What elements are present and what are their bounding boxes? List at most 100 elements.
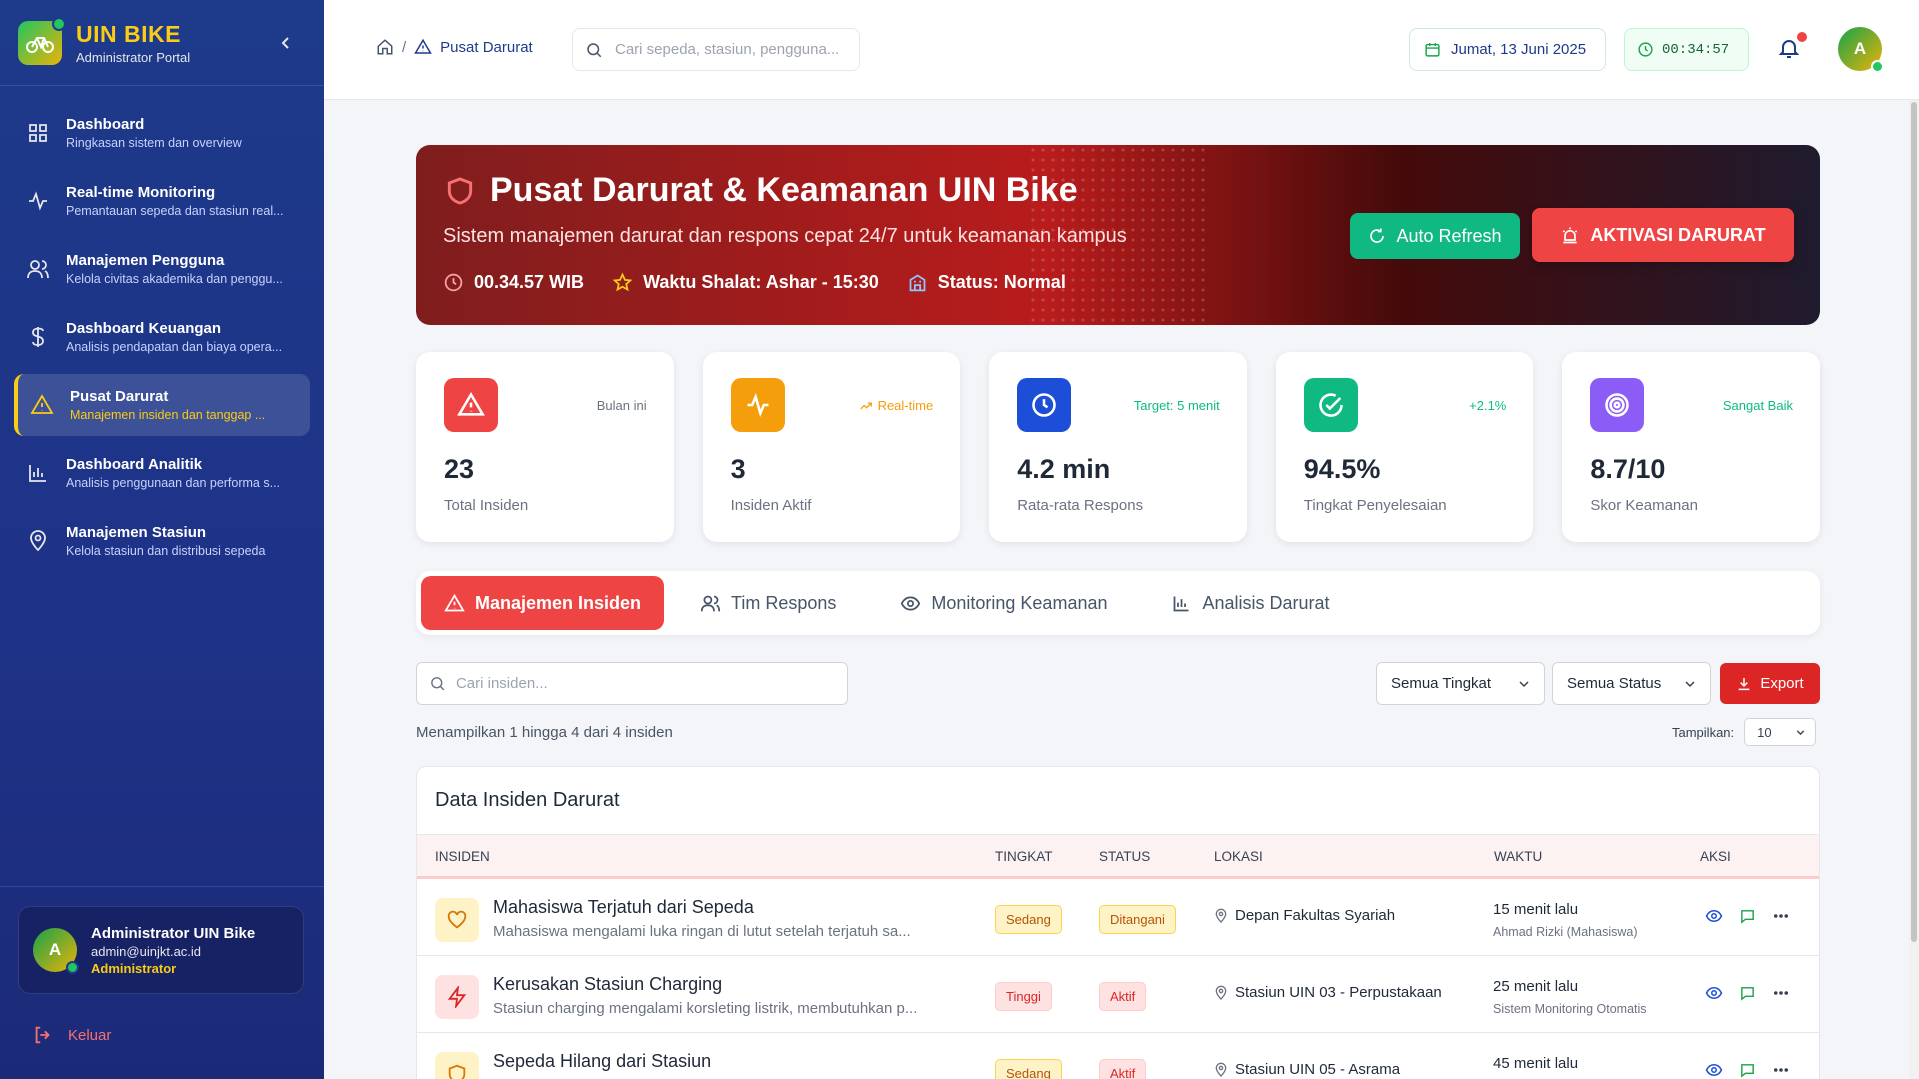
notification-badge (1797, 32, 1807, 42)
more-button[interactable] (1772, 907, 1790, 930)
incident-description: Stasiun charging mengalami korsleting li… (493, 1000, 918, 1017)
per-page-select[interactable]: 10 (1744, 718, 1817, 746)
user-email: admin@uinjkt.ac.id (91, 943, 202, 959)
stat-tag: Sangat Baik (1722, 398, 1793, 413)
table-row[interactable]: Mahasiswa Terjatuh dari Sepeda Mahasiswa … (417, 879, 1819, 956)
global-search[interactable] (572, 28, 860, 71)
alert-triangle-icon (457, 391, 485, 416)
shield-icon (448, 1064, 466, 1079)
more-button[interactable] (1772, 984, 1790, 1007)
collapse-sidebar-button[interactable] (276, 33, 296, 53)
status-filter-select[interactable]: Semua Status (1552, 662, 1711, 705)
page-title: Pusat Darurat & Keamanan UIN Bike (490, 171, 1078, 209)
section-tabs: Manajemen Insiden Tim Respons Monitoring K… (416, 571, 1820, 635)
incident-title: Kerusakan Stasiun Charging (493, 974, 723, 994)
table-body: Mahasiswa Terjatuh dari Sepeda Mahasiswa … (417, 879, 1819, 1079)
table-row[interactable]: Sepeda Hilang dari Stasiun Sedang Aktif Sta… (417, 1033, 1819, 1079)
tab-manajemen-insiden[interactable]: Manajemen Insiden (421, 576, 664, 630)
alert-triangle-icon-badge (444, 378, 498, 432)
map-pin-icon (1215, 1062, 1227, 1077)
sidebar-item-label: Dashboard Analitik (66, 456, 203, 473)
stat-value: 8.7/10 (1590, 454, 1666, 484)
view-button[interactable] (1705, 1061, 1723, 1079)
table-header: INSIDEN TINGKAT STATUS LOKASI WAKTU AKSI (417, 835, 1819, 879)
sidebar-item-description: Ringkasan sistem dan overview (66, 136, 242, 150)
dollar-icon (32, 327, 44, 347)
global-search-input[interactable] (615, 41, 845, 58)
emergency-hero-banner: Pusat Darurat & Keamanan UIN Bike Sistem… (416, 145, 1820, 325)
bar-chart-icon (1174, 596, 1189, 611)
view-button[interactable] (1705, 907, 1723, 930)
incident-reporter: Ahmad Rizki (Mahasiswa) (1493, 925, 1638, 939)
stat-tag: Target: 5 menit (1133, 398, 1220, 413)
siren-icon (1563, 227, 1578, 244)
bolt-icon (447, 986, 467, 1008)
level-filter-select[interactable]: Semua Tingkat (1376, 662, 1545, 705)
sidebar-item-pusat-darurat[interactable]: Pusat Darurat Manajemen insiden dan tangg… (14, 374, 310, 436)
column-header: LOKASI (1214, 849, 1263, 864)
export-button[interactable]: Export (1720, 663, 1820, 704)
incident-type-badge (435, 975, 479, 1019)
sidebar-item-label: Manajemen Stasiun (66, 524, 207, 541)
sidebar-item-dashboard[interactable]: Dashboard Ringkasan sistem dan overview (14, 102, 310, 164)
message-button[interactable] (1739, 985, 1756, 1007)
auto-refresh-button[interactable]: Auto Refresh (1350, 213, 1520, 259)
column-header: AKSI (1700, 849, 1731, 864)
stat-card: Target: 5 menit 4.2 min Rata-rata Respons (989, 352, 1247, 542)
sidebar-item-manajemen-pengguna[interactable]: Manajemen Pengguna Kelola civitas akademi… (14, 238, 310, 300)
brand-subtitle: Administrator Portal (76, 49, 191, 65)
incident-time: 15 menit lalu (1493, 901, 1579, 918)
status-badge: Aktif (1099, 982, 1147, 1011)
target-icon (1605, 393, 1630, 417)
trend-up-icon (859, 401, 872, 409)
sidebar-item-label: Real-time Monitoring (66, 184, 216, 201)
avatar: A (33, 928, 79, 974)
online-indicator (66, 961, 79, 974)
incident-search-input[interactable] (455, 675, 835, 692)
home-icon[interactable] (376, 38, 394, 56)
pulse-icon (747, 393, 769, 417)
more-button[interactable] (1772, 1061, 1790, 1079)
logout-button[interactable]: Keluar (32, 1024, 111, 1046)
tab-tim-respons[interactable]: Tim Respons (672, 576, 864, 630)
tab-analisis-darurat[interactable]: Analisis Darurat (1143, 576, 1357, 630)
grid-icon (29, 124, 47, 142)
warning-icon (30, 394, 54, 414)
clock-icon-badge (1017, 378, 1072, 432)
notification-button[interactable] (1777, 32, 1807, 64)
eye-icon (1705, 1063, 1723, 1077)
users-icon (27, 260, 49, 279)
sidebar-item-label: Dashboard (66, 116, 145, 133)
message-button[interactable] (1739, 1062, 1756, 1079)
status-badge: Aktif (1099, 1059, 1147, 1079)
sidebar-item-description: Manajemen insiden dan tanggap ... (70, 408, 266, 422)
activity-icon (29, 191, 47, 211)
brand-title: UIN BIKE (76, 20, 181, 47)
stat-label: Tingkat Penyelesaian (1303, 497, 1447, 514)
incident-title: Mahasiswa Terjatuh dari Sepeda (493, 897, 754, 917)
sidebar-item-real-time-monitoring[interactable]: Real-time Monitoring Pemantauan sepeda da… (14, 170, 310, 232)
sidebar: UIN BIKE Administrator Portal Dashboard R… (0, 0, 324, 1079)
tab-monitoring-keamanan[interactable]: Monitoring Keamanan (872, 576, 1135, 630)
users-icon (700, 595, 721, 611)
sidebar-item-dashboard-keuangan[interactable]: Dashboard Keuangan Analisis pendapatan da… (14, 306, 310, 368)
map-pin-icon (30, 530, 46, 552)
pulse-icon-badge (730, 378, 785, 432)
heart-icon (447, 910, 467, 929)
more-icon (1773, 1068, 1789, 1072)
incident-table: Data Insiden Darurat INSIDEN TINGKAT STATU… (416, 766, 1820, 1079)
sidebar-item-manajemen-stasiun[interactable]: Manajemen Stasiun Kelola stasiun dan dist… (14, 510, 310, 572)
incident-search[interactable] (416, 662, 848, 705)
stat-value: 4.2 min (1017, 454, 1111, 484)
page-scrollbar[interactable] (1909, 100, 1919, 1079)
stat-card: Bulan ini 23 Total Insiden (416, 352, 674, 542)
sidebar-item-dashboard-analitik[interactable]: Dashboard Analitik Analisis penggunaan da… (14, 442, 310, 504)
sidebar-user-card[interactable]: A Administrator UIN Bike admin@uinjkt.ac… (18, 906, 304, 994)
profile-avatar[interactable]: A (1838, 27, 1884, 73)
view-button[interactable] (1705, 984, 1723, 1007)
column-header: INSIDEN (435, 849, 490, 864)
table-row[interactable]: Kerusakan Stasiun Charging Stasiun chargi… (417, 956, 1819, 1033)
message-button[interactable] (1739, 908, 1756, 930)
activate-emergency-button[interactable]: AKTIVASI DARURAT (1532, 208, 1794, 262)
message-icon (1741, 986, 1754, 1001)
